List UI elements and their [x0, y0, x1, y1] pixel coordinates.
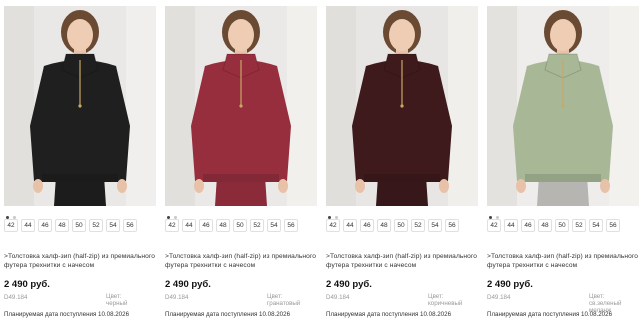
arrival-date: Планируемая дата поступления 10.08.2026 [326, 311, 452, 318]
arrival-date: Планируемая дата поступления 10.08.2026 [165, 311, 291, 318]
size-option[interactable]: 44 [21, 219, 35, 232]
size-option[interactable]: 52 [89, 219, 103, 232]
product-photo-figure [165, 6, 317, 206]
size-option[interactable]: 42 [4, 219, 18, 232]
product-photo-figure [487, 6, 639, 206]
size-option[interactable]: 56 [284, 219, 298, 232]
product-color: Цвет: черный [106, 293, 154, 308]
size-option[interactable]: 56 [606, 219, 620, 232]
size-option[interactable]: 52 [411, 219, 425, 232]
size-option[interactable]: 50 [555, 219, 569, 232]
size-option[interactable]: 54 [589, 219, 603, 232]
product-title-link[interactable]: >Толстовка халф-зип (half-zip) из премиа… [326, 253, 478, 270]
size-option[interactable]: 52 [572, 219, 586, 232]
product-card[interactable]: 42 44 46 48 50 52 54 56 >Толстовка халф-зип (hal… [165, 6, 317, 323]
product-color: Цвет: коричневый [428, 293, 476, 308]
size-list: 42 44 46 48 50 52 54 56 [487, 219, 620, 232]
product-photo[interactable] [487, 6, 639, 206]
product-sku: D49.184 [4, 294, 28, 301]
product-photo-figure [4, 6, 156, 206]
size-option[interactable]: 52 [250, 219, 264, 232]
color-value: черный [106, 299, 128, 307]
size-list: 42 44 46 48 50 52 54 56 [165, 219, 298, 232]
product-sku: D49.184 [165, 294, 189, 301]
size-option[interactable]: 44 [343, 219, 357, 232]
size-option[interactable]: 56 [123, 219, 137, 232]
product-title-link[interactable]: >Толстовка халф-зип (half-zip) из премиа… [4, 253, 156, 270]
product-card[interactable]: 42 44 46 48 50 52 54 56 >Толстовка халф-зип (hal… [4, 6, 156, 323]
size-option[interactable]: 54 [106, 219, 120, 232]
product-price: 2 490 руб. [4, 279, 50, 290]
size-option[interactable]: 50 [394, 219, 408, 232]
size-list: 42 44 46 48 50 52 54 56 [326, 219, 459, 232]
product-sku: D49.184 [487, 294, 511, 301]
product-photo-figure [326, 6, 478, 206]
size-option[interactable]: 54 [428, 219, 442, 232]
product-photo[interactable] [326, 6, 478, 206]
size-option[interactable]: 44 [182, 219, 196, 232]
product-title-link[interactable]: >Толстовка халф-зип (half-zip) из премиа… [165, 253, 317, 270]
product-photo[interactable] [4, 6, 156, 206]
product-price: 2 490 руб. [487, 279, 533, 290]
color-value: коричневый [428, 299, 463, 307]
size-option[interactable]: 42 [326, 219, 340, 232]
size-option[interactable]: 46 [521, 219, 535, 232]
size-option[interactable]: 48 [538, 219, 552, 232]
size-option[interactable]: 42 [165, 219, 179, 232]
size-option[interactable]: 46 [38, 219, 52, 232]
size-option[interactable]: 50 [233, 219, 247, 232]
size-option[interactable]: 50 [72, 219, 86, 232]
arrival-date: Планируемая дата поступления 10.08.2026 [487, 311, 613, 318]
size-option[interactable]: 44 [504, 219, 518, 232]
product-price: 2 490 руб. [326, 279, 372, 290]
size-option[interactable]: 48 [55, 219, 69, 232]
product-card[interactable]: 42 44 46 48 50 52 54 56 >Толстовка халф-зип (hal… [326, 6, 478, 323]
size-option[interactable]: 48 [377, 219, 391, 232]
product-price: 2 490 руб. [165, 279, 211, 290]
product-color: Цвет: гранатовый [267, 293, 315, 308]
arrival-date: Планируемая дата поступления 10.08.2026 [4, 311, 130, 318]
product-card[interactable]: 42 44 46 48 50 52 54 56 >Толстовка халф-зип (hal… [487, 6, 639, 323]
product-grid: 42 44 46 48 50 52 54 56 >Толстовка халф-зип (hal… [0, 0, 640, 323]
size-option[interactable]: 48 [216, 219, 230, 232]
size-option[interactable]: 56 [445, 219, 459, 232]
product-photo[interactable] [165, 6, 317, 206]
size-option[interactable]: 42 [487, 219, 501, 232]
size-option[interactable]: 46 [199, 219, 213, 232]
product-sku: D49.184 [326, 294, 350, 301]
size-option[interactable]: 46 [360, 219, 374, 232]
product-title-link[interactable]: >Толстовка халф-зип (half-zip) из премиа… [487, 253, 639, 270]
color-value: гранатовый [267, 299, 301, 307]
size-option[interactable]: 54 [267, 219, 281, 232]
size-list: 42 44 46 48 50 52 54 56 [4, 219, 137, 232]
